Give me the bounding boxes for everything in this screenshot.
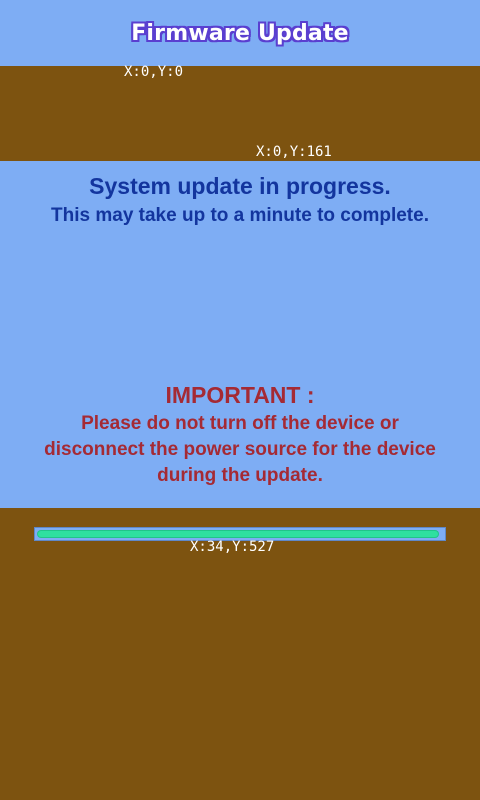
important-line: disconnect the power source for the devi… xyxy=(44,439,436,460)
page-title: Firmware Update xyxy=(131,20,349,46)
status-title: System update in progress. xyxy=(89,173,391,199)
coordinate-readout-middle: X:0,Y:161 xyxy=(256,144,332,160)
important-message: Please do not turn off the device or dis… xyxy=(0,411,480,489)
update-info-panel: System update in progress. This may take… xyxy=(0,161,480,508)
important-line: during the update. xyxy=(157,465,323,486)
progress-fill xyxy=(38,531,438,537)
coordinate-readout-progress: X:34,Y:527 xyxy=(190,539,275,555)
coordinate-readout-top: X:0,Y:0 xyxy=(124,64,184,80)
firmware-update-screen: Firmware Update X:0,Y:0 X:0,Y:161 System… xyxy=(0,0,480,800)
header-bar: Firmware Update xyxy=(0,0,480,66)
important-title: IMPORTANT : xyxy=(165,382,315,408)
status-subtitle: This may take up to a minute to complete… xyxy=(51,205,429,226)
important-line: Please do not turn off the device or xyxy=(81,413,399,434)
